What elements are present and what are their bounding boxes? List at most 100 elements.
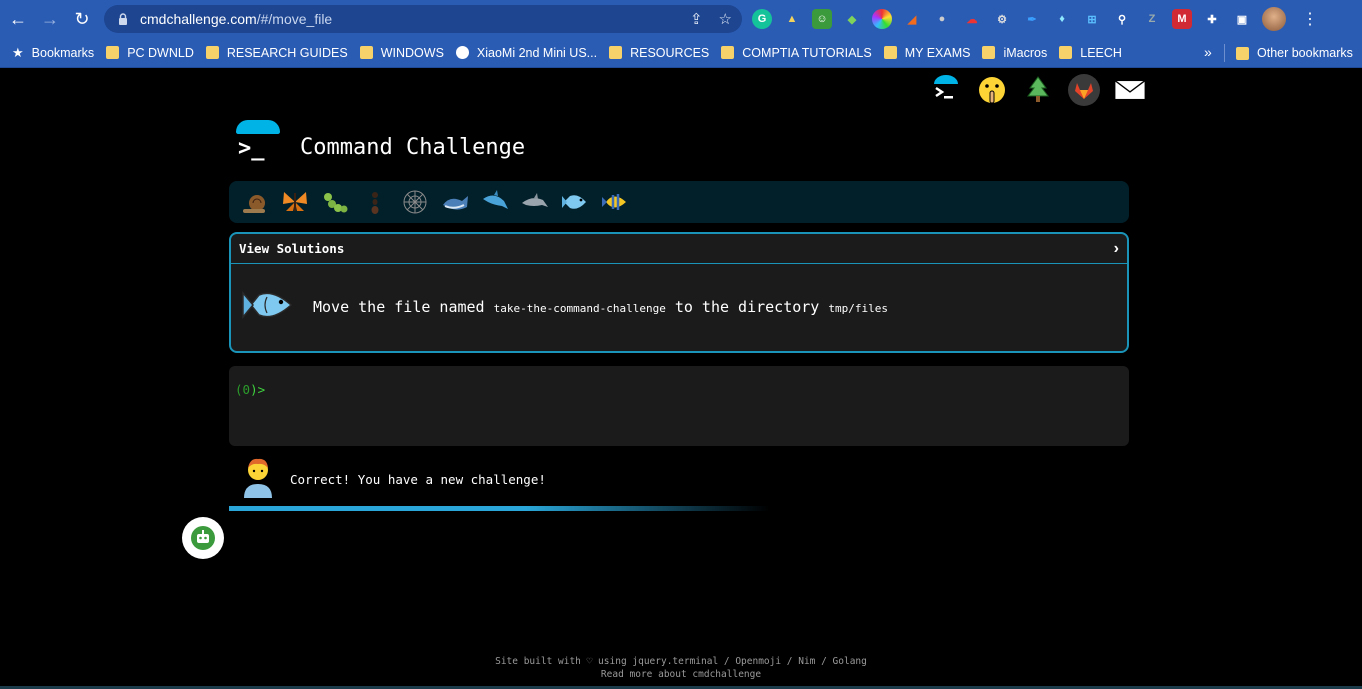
bookmark-bookmarks[interactable]: ★ Bookmarks — [12, 45, 94, 61]
other-bookmarks-label: Other bookmarks — [1257, 46, 1353, 60]
pen-extension-icon[interactable]: ✒ — [1022, 9, 1042, 29]
butterfly-level-icon[interactable] — [279, 186, 311, 218]
url-path: /#/move_file — [256, 11, 333, 27]
bookmark-label: XiaoMi 2nd Mini US... — [476, 45, 598, 60]
challenge-text-middle: to the directory — [665, 298, 829, 316]
star-icon: ★ — [12, 44, 24, 60]
profile-avatar[interactable] — [1262, 7, 1286, 31]
challenge-body: Move the file named take-the-command-cha… — [231, 264, 1127, 350]
lock-icon[interactable] — [116, 12, 130, 26]
bookmark-label: LEECH — [1080, 45, 1122, 60]
dolphin-grey-level-icon[interactable] — [519, 186, 551, 218]
prompt-count: 0 — [242, 382, 251, 397]
grammarly-extension-icon[interactable]: G — [752, 9, 772, 29]
folder-icon — [1236, 46, 1249, 60]
diamond-extension-icon[interactable]: ♦ — [1052, 9, 1072, 29]
gear-extension-icon[interactable]: ⚙ — [992, 9, 1012, 29]
web-level-icon[interactable] — [399, 186, 431, 218]
chevron-right-icon[interactable]: › — [1114, 240, 1119, 258]
snail-level-icon[interactable] — [239, 186, 271, 218]
fish-level-icon[interactable] — [559, 186, 591, 218]
tropical-fish-level-icon[interactable] — [599, 186, 631, 218]
share-icon[interactable]: ⇪ — [690, 10, 703, 28]
extensions-bar: G ▲ ☺ ◆ ◢ ● ☁ ⚙ ✒ ♦ ⊞ ⚲ Z M ✚ ▣ ⋮ — [752, 7, 1318, 31]
page-title: Command Challenge — [300, 134, 526, 160]
folder-icon — [609, 46, 623, 59]
bookmark-label: RESEARCH GUIDES — [226, 45, 348, 60]
cloud-extension-icon[interactable]: ☁ — [962, 9, 982, 29]
z-extension-icon[interactable]: Z — [1142, 9, 1162, 29]
view-solutions-header[interactable]: View Solutions › — [231, 234, 1127, 264]
bookmark-label: WINDOWS — [380, 45, 444, 60]
folder-icon — [106, 46, 120, 59]
puzzle-extensions-icon[interactable]: ✚ — [1202, 9, 1222, 29]
shushing-face-icon[interactable] — [976, 74, 1008, 106]
bookmark-star-icon[interactable]: ☆ — [719, 10, 732, 28]
back-arrow-icon[interactable]: ← — [4, 5, 32, 33]
magnifier-extension-icon[interactable]: ⚲ — [1112, 9, 1132, 29]
folder-icon — [359, 46, 373, 59]
bookmark-label: RESOURCES — [630, 45, 710, 60]
bookmark-label: PC DWNLD — [127, 45, 194, 60]
translate-extension-icon[interactable]: ⊞ — [1082, 9, 1102, 29]
color-picker-extension-icon[interactable] — [872, 9, 892, 29]
caterpillar-level-icon[interactable] — [319, 186, 351, 218]
challenge-card: View Solutions › Move the file named tak… — [229, 232, 1129, 353]
other-bookmarks[interactable]: Other bookmarks — [1236, 46, 1353, 60]
url-host: cmdchallenge.com — [140, 11, 257, 27]
bookmark-research-guides[interactable]: RESEARCH GUIDES — [205, 45, 348, 60]
footer-readmore-link[interactable]: Read more about cmdchallenge — [0, 668, 1362, 681]
bookmark-resources[interactable]: RESOURCES — [609, 46, 709, 60]
level-selector — [229, 181, 1129, 223]
side-panel-icon[interactable]: ▣ — [1232, 9, 1252, 29]
progress-fill — [229, 506, 769, 511]
bookmarks-divider — [1224, 44, 1225, 62]
site-top-links — [930, 74, 1146, 106]
bookmark-label: MY EXAMS — [904, 45, 971, 60]
person-icon — [240, 456, 276, 503]
more-bookmarks-chevron-icon[interactable]: » — [1204, 44, 1212, 60]
folder-icon — [721, 46, 735, 59]
bookmarks-bar: ★ Bookmarks PC DWNLD RESEARCH GUIDES WIND… — [0, 38, 1362, 68]
flask-extension-icon[interactable]: ▲ — [782, 9, 802, 29]
bottle-extension-icon[interactable]: ● — [932, 9, 952, 29]
gitlab-icon[interactable] — [1068, 74, 1100, 106]
view-solutions-label: View Solutions — [239, 241, 345, 256]
cmdchallenge-logo-icon[interactable] — [930, 74, 962, 106]
forward-arrow-icon[interactable]: → — [36, 5, 64, 33]
prompt-open: ( — [235, 382, 243, 397]
dolphin-blue-level-icon[interactable] — [479, 186, 511, 218]
bookmark-label: COMPTIA TUTORIALS — [742, 45, 872, 60]
robot-extension-icon[interactable]: ☺ — [812, 9, 832, 29]
bookmark-imacros[interactable]: iMacros — [982, 46, 1047, 60]
layers-extension-icon[interactable]: ◆ — [842, 9, 862, 29]
fish-challenge-icon — [241, 283, 295, 332]
bookmark-windows[interactable]: WINDOWS — [359, 45, 444, 60]
menu-kebab-icon[interactable]: ⋮ — [1302, 9, 1318, 29]
bookmark-leech[interactable]: LEECH — [1059, 46, 1122, 60]
ant-level-icon[interactable] — [359, 186, 391, 218]
page-header: >_ Command Challenge — [236, 120, 525, 164]
address-bar[interactable]: cmdchallenge.com/#/move_file ⇪ ☆ — [104, 5, 742, 33]
footer-credits: Site built with ♡ using jquery.terminal … — [495, 656, 867, 667]
bookmark-comptia[interactable]: COMPTIA TUTORIALS — [721, 45, 872, 60]
feedback-message: Correct! You have a new challenge! — [290, 472, 546, 487]
reload-icon[interactable]: ↻ — [68, 5, 96, 33]
footer: Site built with ♡ using jquery.terminal … — [0, 655, 1362, 681]
bookmark-pc-dwnld[interactable]: PC DWNLD — [106, 46, 194, 60]
challenge-filename: take-the-command-challenge — [493, 302, 666, 315]
terminal[interactable]: (0)> — [229, 366, 1129, 446]
challenge-directory: tmp/files — [828, 302, 888, 315]
floating-robot-button[interactable] — [182, 517, 224, 559]
terminal-prompt[interactable]: (0)> — [235, 382, 1123, 397]
tree-icon[interactable] — [1022, 74, 1054, 106]
whale-level-icon[interactable] — [439, 186, 471, 218]
mendeley-extension-icon[interactable]: M — [1172, 9, 1192, 29]
bookmark-xiaomi[interactable]: XiaoMi 2nd Mini US... — [455, 45, 598, 60]
envelope-icon[interactable] — [1114, 74, 1146, 106]
orange-extension-icon[interactable]: ◢ — [902, 9, 922, 29]
prompt-close: )> — [250, 382, 266, 397]
challenge-description: Move the file named take-the-command-cha… — [313, 298, 888, 316]
folder-icon — [1059, 46, 1073, 59]
bookmark-my-exams[interactable]: MY EXAMS — [883, 45, 971, 60]
